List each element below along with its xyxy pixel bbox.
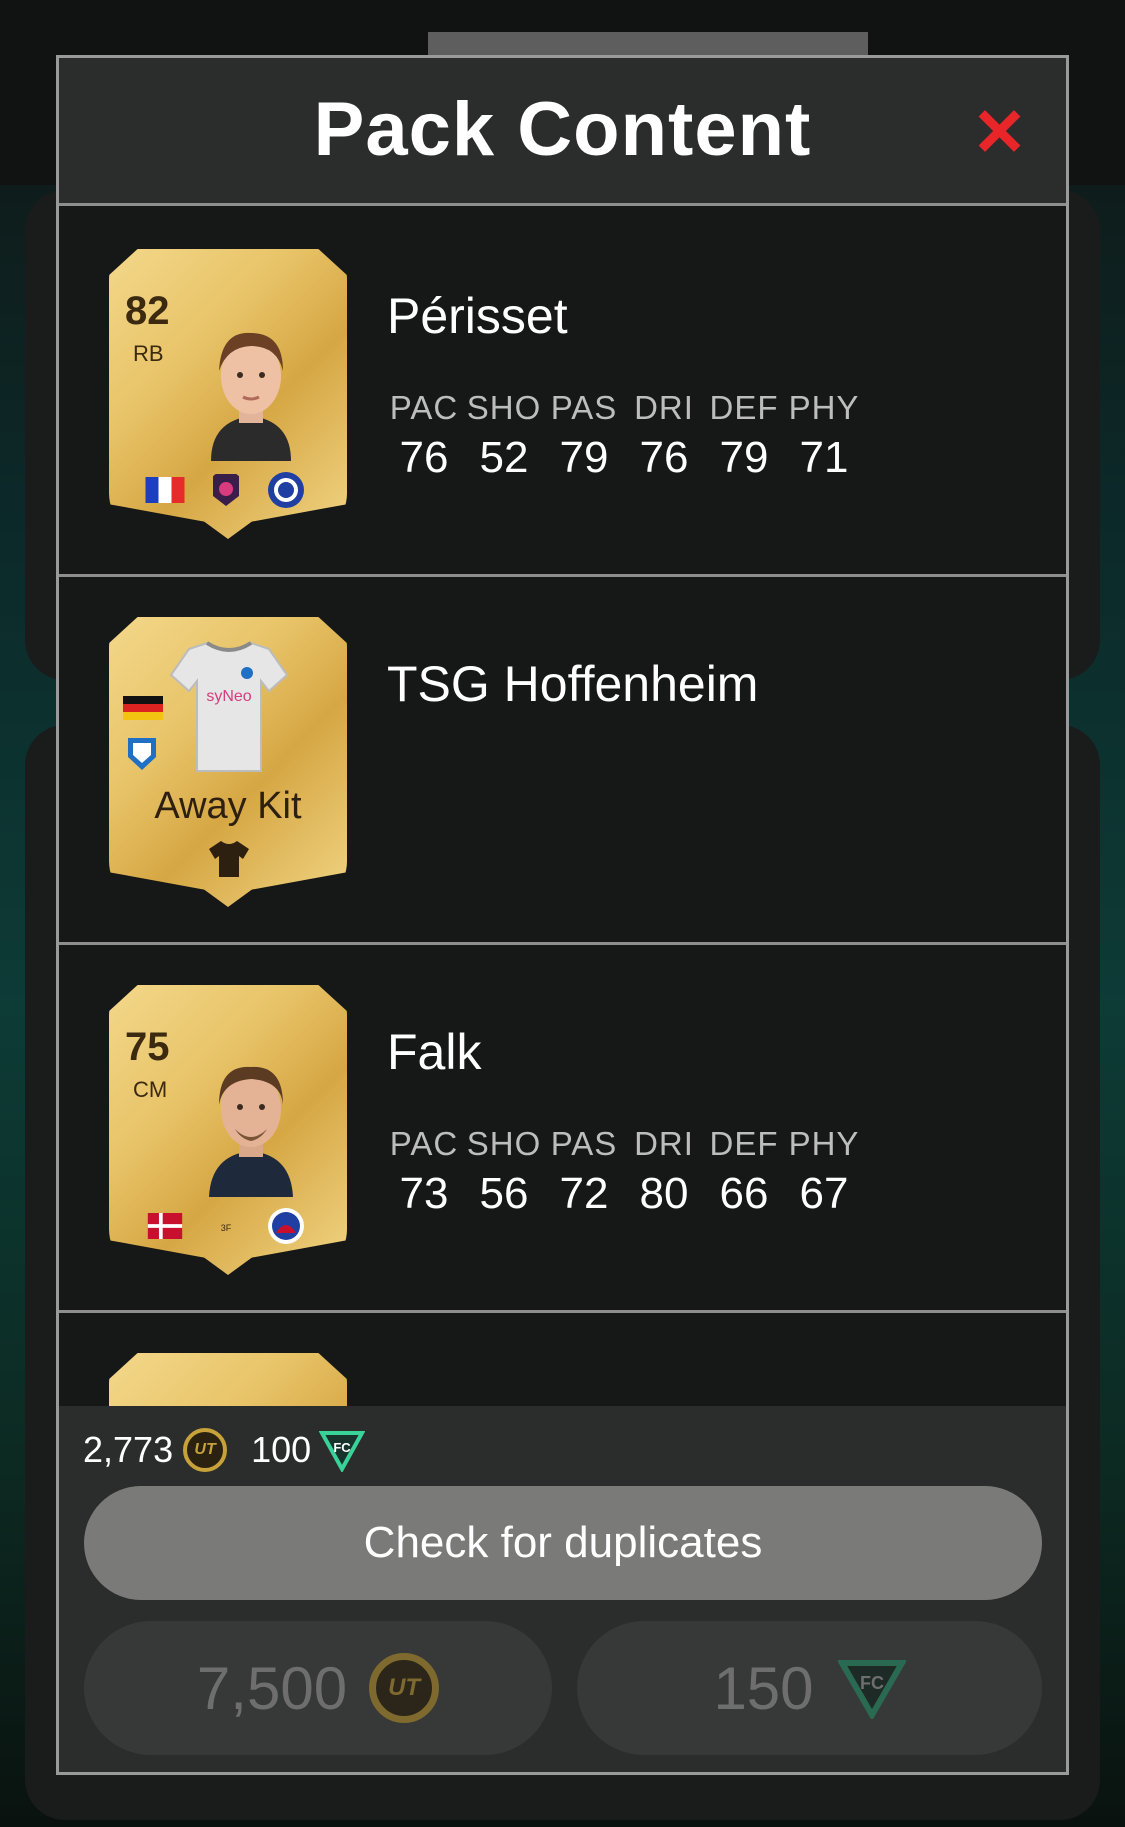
player-portrait-icon [211,332,291,461]
stat-pas: PAS 79 [544,389,624,483]
pack-item-row[interactable]: syNeo Away Kit TSG Hoffenheim [59,577,1066,945]
card-badges: 3F [145,1207,305,1245]
stat-label: SHO [466,1125,542,1162]
player-stats: PAC 73 SHO 56 PAS 72 DRI 80 DEF 66 PHY 67 [384,1125,864,1219]
stat-label: PAS [550,389,618,426]
stat-label: DEF [709,1125,779,1162]
player-card[interactable]: 75 CM 3F [109,985,347,1275]
kit-shirt-icon [209,841,249,877]
card-badges [145,471,305,509]
item-name: TSG Hoffenheim [387,656,759,712]
fc-points-balance: 100 [251,1429,312,1470]
stat-value: 73 [399,1169,449,1218]
stat-phy: PHY 67 [784,1125,864,1219]
stat-value: 80 [639,1169,689,1218]
svg-text:syNeo: syNeo [206,688,251,705]
item-name: Périsset [387,288,568,344]
fc-points-icon: FC [837,1660,906,1719]
club-crest-icon [128,738,156,770]
stat-value: 71 [799,433,849,482]
stat-dri: DRI 80 [624,1125,704,1219]
modal-header: Pack Content [59,58,1066,206]
france-flag-icon [145,477,185,503]
stat-pac: PAC 73 [384,1125,464,1219]
pack-item-row[interactable]: 82 RB Périsset PAC 76 SHO 52 PAS 79 DRI … [59,209,1066,577]
stat-value: 72 [559,1169,609,1218]
stat-label: PAC [389,1125,459,1162]
league-badge-icon [213,474,239,506]
stat-value: 76 [639,433,689,482]
coin-icon: UT [369,1653,440,1723]
modal-title: Pack Content [313,87,812,172]
close-icon[interactable] [976,108,1022,154]
fc-points-icon: FC [319,1431,366,1472]
card-position: RB [133,341,164,366]
stat-value: 67 [799,1169,849,1218]
club-crest-icon [268,472,304,508]
check-duplicates-button[interactable]: Check for duplicates [84,1486,1042,1600]
svg-text:FC: FC [334,1440,352,1455]
germany-flag-icon [123,696,163,720]
stat-dri: DRI 76 [624,389,704,483]
stat-label: PAS [550,1125,618,1162]
card-rating: 75 [125,1025,170,1069]
card-position: CM [133,1077,168,1102]
currency-balance: 2,773 UT 100 FC [83,1428,366,1472]
stat-value: 79 [719,433,769,482]
stat-label: PAC [389,389,459,426]
stat-sho: SHO 52 [464,389,544,483]
coin-icon: UT [183,1428,228,1472]
stat-def: DEF 66 [704,1125,784,1219]
stat-label: DEF [709,389,779,426]
stat-label: DRI [634,1125,694,1162]
stat-phy: PHY 71 [784,389,864,483]
stat-value: 52 [479,433,529,482]
stat-pas: PAS 72 [544,1125,624,1219]
coins-balance: 2,773 [83,1429,174,1470]
item-name: Falk [387,1024,482,1080]
shirt-icon: syNeo [169,641,289,772]
stat-label: PHY [788,389,860,426]
kit-card[interactable]: syNeo Away Kit [109,617,347,907]
buy-with-points-button[interactable]: 150 FC [577,1621,1042,1755]
player-stats: PAC 76 SHO 52 PAS 79 DRI 76 DEF 79 PHY 71 [384,389,864,483]
svg-text:3F: 3F [221,1223,232,1233]
club-crest-icon [268,1208,304,1244]
stat-label: SHO [466,389,542,426]
pack-item-row[interactable]: 75 CM 3F Falk PAC 73 SHO 56 PAS 72 DRI 8… [59,945,1066,1313]
card-rating: 82 [125,289,170,333]
stat-value: 56 [479,1169,529,1218]
points-price: 150 [713,1654,814,1722]
player-card[interactable]: 82 RB [109,249,347,539]
stat-value: 76 [399,433,449,482]
svg-text:FC: FC [860,1673,884,1693]
coins-price: 7,500 [196,1654,348,1722]
stat-label: DRI [634,389,694,426]
pack-content-modal: Pack Content 82 RB Périsset PAC 76 SHO 5… [56,55,1069,1775]
stat-value: 79 [559,433,609,482]
stat-pac: PAC 76 [384,389,464,483]
league-badge-icon: 3F [221,1223,232,1233]
player-portrait-icon [209,1066,293,1197]
kit-label: Away Kit [154,785,302,827]
stat-sho: SHO 56 [464,1125,544,1219]
buy-with-coins-button[interactable]: 7,500 UT [84,1621,552,1755]
stat-value: 66 [719,1169,769,1218]
pack-footer: 2,773 UT 100 FC Check for duplicates 7,5… [59,1406,1066,1772]
stat-label: PHY [788,1125,860,1162]
denmark-flag-icon [147,1213,183,1239]
stat-def: DEF 79 [704,389,784,483]
